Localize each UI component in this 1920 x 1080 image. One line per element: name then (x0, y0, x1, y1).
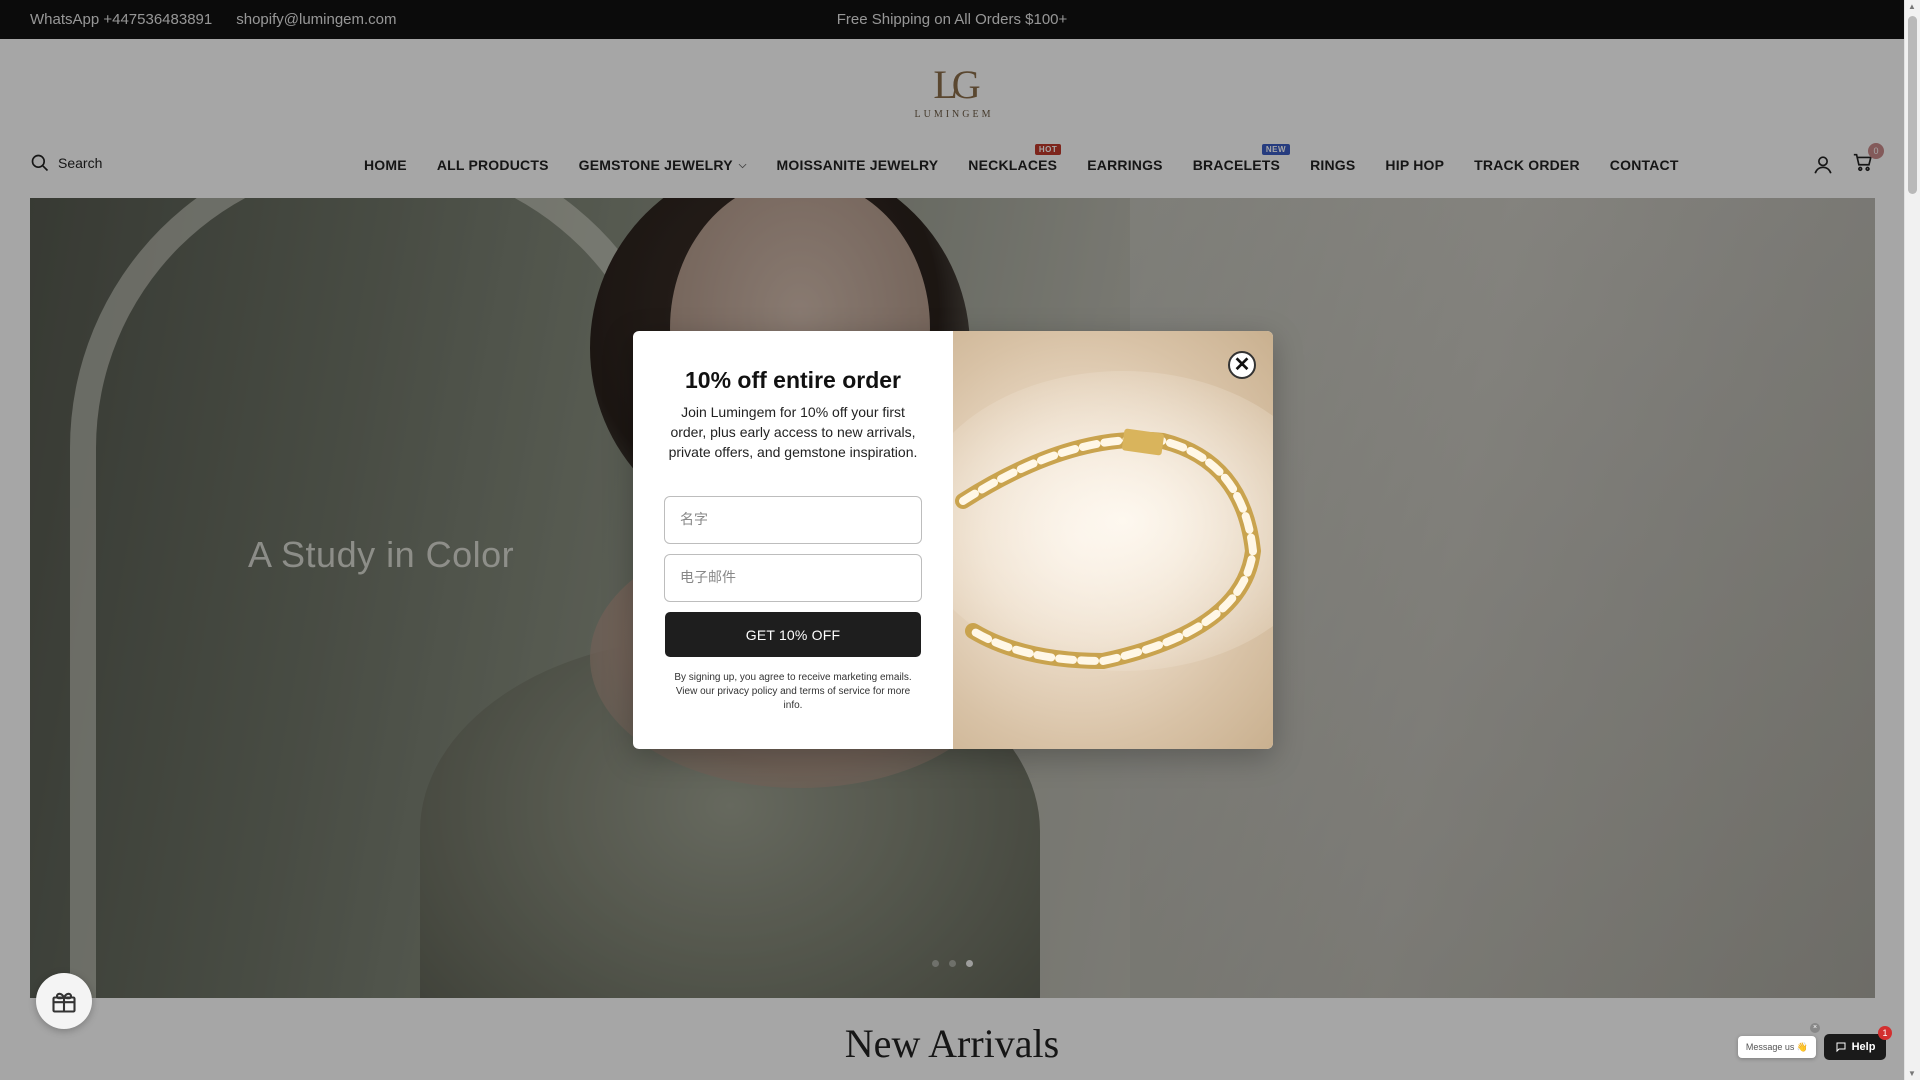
help-chat-button[interactable]: Help 1 (1824, 1026, 1892, 1060)
chat-message-prompt[interactable]: Message us 👋 (1738, 1036, 1816, 1058)
chat-dismiss-button[interactable]: × (1810, 1023, 1820, 1033)
bracelet-graphic (955, 428, 1262, 670)
gift-icon (52, 992, 76, 1013)
help-label: Help (1851, 1041, 1876, 1053)
close-popup-button[interactable]: ✕ (1228, 351, 1256, 379)
popup-legal-text: By signing up, you agree to receive mark… (674, 672, 912, 711)
popup-subtitle: Join Lumingem for 10% off your first ord… (668, 404, 918, 460)
discount-popup: 10% off entire order Join Lumingem for 1… (633, 331, 1273, 749)
popup-bracelet-image (953, 331, 1273, 749)
scroll-down-arrow[interactable]: ▼ (1908, 1069, 1916, 1078)
name-field[interactable] (664, 496, 922, 544)
page-scrollbar[interactable]: ▲ ▼ (1904, 0, 1920, 1080)
chat-bubble-icon (1836, 1042, 1846, 1053)
scroll-up-arrow[interactable]: ▲ (1908, 2, 1916, 11)
popup-title: 10% off entire order (685, 367, 901, 393)
get-discount-button[interactable]: GET 10% OFF (665, 612, 921, 657)
scrollbar-thumb[interactable] (1908, 16, 1917, 194)
email-field[interactable] (664, 554, 922, 602)
rewards-launcher[interactable] (36, 973, 92, 1029)
chat-notification-badge: 1 (1878, 1026, 1892, 1040)
popup-form-panel: 10% off entire order Join Lumingem for 1… (633, 331, 953, 749)
